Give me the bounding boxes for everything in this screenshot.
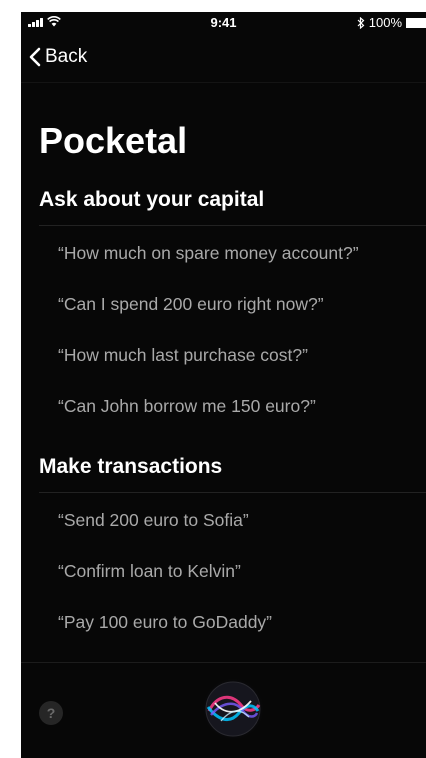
help-button[interactable]: ? — [39, 701, 63, 725]
suggestion-phrase[interactable]: “How much on spare money account?” — [58, 243, 359, 264]
status-bar: 9:41 100% — [21, 12, 426, 34]
siri-suggestions-screen: 9:41 100% Back Pocketal Ask about your c… — [21, 12, 426, 758]
nav-divider — [21, 82, 426, 83]
bluetooth-icon — [357, 16, 365, 29]
section-divider — [39, 492, 426, 493]
chevron-left-icon — [29, 47, 41, 67]
suggestion-phrase[interactable]: “How much last purchase cost?” — [58, 345, 308, 366]
battery-percent: 100% — [368, 15, 402, 30]
battery-icon — [406, 17, 426, 28]
suggestion-phrase[interactable]: “Send 200 euro to Sofia” — [58, 510, 249, 531]
back-button[interactable]: Back — [29, 46, 87, 68]
navigation-bar: Back — [21, 42, 426, 78]
suggestion-phrase[interactable]: “Confirm loan to Kelvin” — [58, 561, 241, 582]
suggestion-phrase[interactable]: “Pay 100 euro to GoDaddy” — [58, 612, 272, 633]
section-header-transactions: Make transactions — [39, 455, 223, 478]
app-title: Pocketal — [39, 120, 188, 161]
suggestion-phrase[interactable]: “Can I spend 200 euro right now?” — [58, 294, 324, 315]
back-label: Back — [45, 46, 88, 67]
bottom-divider — [21, 662, 426, 663]
siri-orb-icon[interactable] — [201, 677, 265, 741]
section-divider — [39, 225, 426, 226]
section-header-capital: Ask about your capital — [39, 188, 265, 211]
suggestion-phrase[interactable]: “Can John borrow me 150 euro?” — [58, 396, 316, 417]
status-right: 100% — [357, 15, 426, 30]
